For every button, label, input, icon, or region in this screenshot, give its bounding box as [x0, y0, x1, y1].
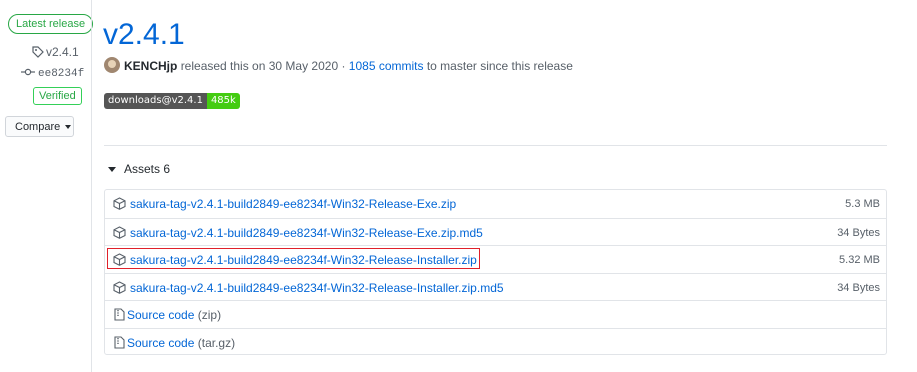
- package-icon: [113, 226, 126, 239]
- asset-size: 5.32 MB: [839, 254, 880, 266]
- asset-link[interactable]: sakura-tag-v2.4.1-build2849-ee8234f-Win3…: [130, 274, 504, 302]
- release-meta: KENCHjp released this on 30 May 2020 · 1…: [104, 57, 573, 74]
- tag-icon: [32, 46, 44, 58]
- release-sidebar: Latest release v2.4.1 ee8234f Verified C…: [0, 0, 94, 372]
- downloads-badge[interactable]: downloads@v2.4.1 485k: [104, 93, 240, 109]
- asset-row: sakura-tag-v2.4.1-build2849-ee8234f-Win3…: [105, 190, 886, 218]
- assets-count: 6: [163, 162, 171, 176]
- downloads-badge-count: 485k: [206, 93, 240, 109]
- assets-toggle[interactable]: Assets 6: [108, 161, 170, 177]
- downloads-badge-label: downloads@v2.4.1: [104, 93, 207, 109]
- asset-row: Source code (tar.gz): [105, 328, 886, 356]
- file-zip-icon: [114, 308, 125, 321]
- commit-icon: [21, 68, 35, 76]
- triangle-down-icon: [108, 167, 116, 173]
- tag-link[interactable]: v2.4.1: [32, 45, 79, 59]
- assets-list: sakura-tag-v2.4.1-build2849-ee8234f-Win3…: [104, 189, 887, 355]
- chevron-down-icon: [65, 125, 72, 130]
- released-text: released this on 30 May 2020 ·: [180, 59, 346, 73]
- asset-size: 5.3 MB: [845, 198, 880, 210]
- avatar[interactable]: [104, 57, 120, 73]
- source-zip-link[interactable]: Source code (zip): [127, 301, 221, 329]
- commit-link[interactable]: ee8234f: [21, 67, 84, 80]
- commits-link[interactable]: 1085 commits: [349, 59, 424, 73]
- source-targz-link[interactable]: Source code (tar.gz): [127, 329, 235, 357]
- package-icon: [113, 281, 126, 294]
- source-label: Source code: [127, 308, 195, 322]
- divider: [104, 145, 887, 146]
- verified-badge[interactable]: Verified: [33, 87, 82, 105]
- asset-size: 34 Bytes: [837, 282, 880, 294]
- release-suffix: to master since this release: [426, 59, 573, 73]
- source-format: (tar.gz): [197, 336, 236, 350]
- asset-row: sakura-tag-v2.4.1-build2849-ee8234f-Win3…: [105, 218, 886, 246]
- commit-sha: ee8234f: [38, 68, 85, 80]
- compare-label: Compare: [15, 121, 61, 133]
- author-link[interactable]: KENCHjp: [124, 59, 177, 73]
- installer-highlight-box: [107, 248, 480, 269]
- assets-heading: Assets: [124, 162, 161, 176]
- latest-release-badge: Latest release: [8, 14, 94, 34]
- source-format: (zip): [197, 308, 222, 322]
- asset-size: 34 Bytes: [837, 227, 880, 239]
- asset-link[interactable]: sakura-tag-v2.4.1-build2849-ee8234f-Win3…: [130, 190, 456, 218]
- asset-link[interactable]: sakura-tag-v2.4.1-build2849-ee8234f-Win3…: [130, 219, 483, 247]
- release-title[interactable]: v2.4.1: [103, 16, 185, 54]
- asset-row: sakura-tag-v2.4.1-build2849-ee8234f-Win3…: [105, 273, 886, 301]
- sidebar-divider: [91, 0, 92, 372]
- asset-row: Source code (zip): [105, 300, 886, 328]
- compare-button[interactable]: Compare: [5, 116, 74, 137]
- tag-label: v2.4.1: [46, 45, 79, 59]
- package-icon: [113, 197, 126, 210]
- source-label: Source code: [127, 336, 195, 350]
- file-zip-icon: [114, 336, 125, 349]
